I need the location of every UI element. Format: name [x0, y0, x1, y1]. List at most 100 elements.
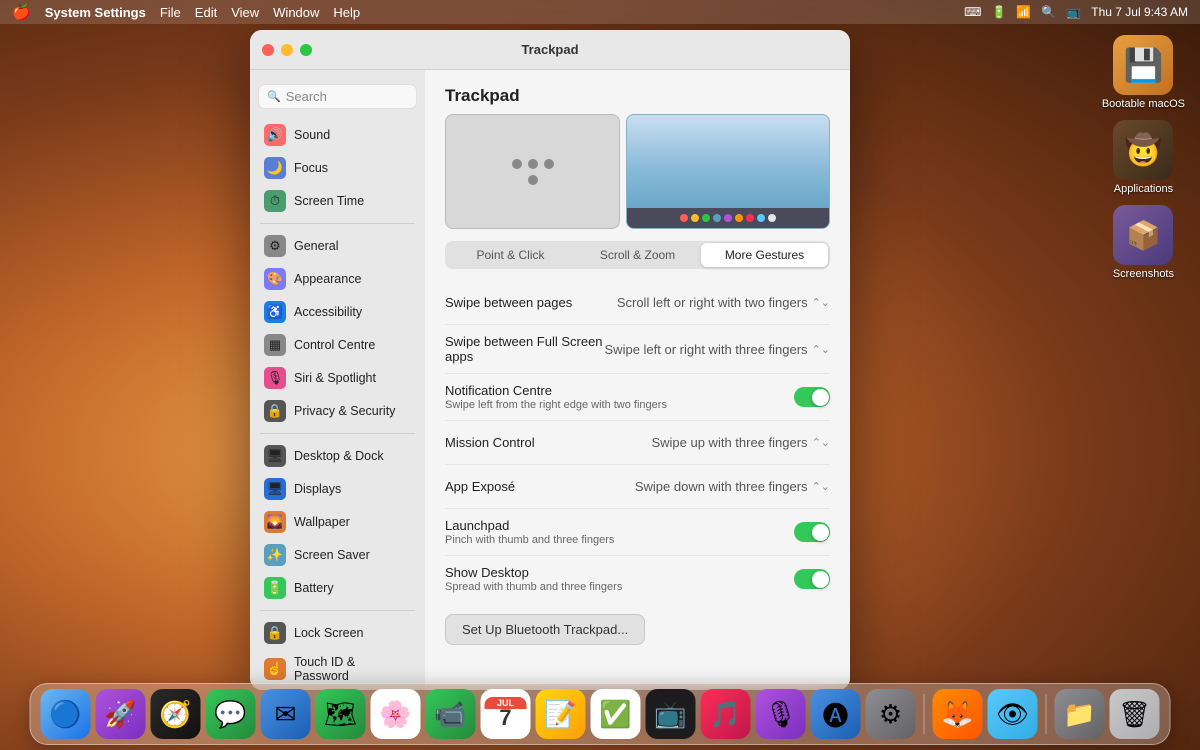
desktop-icons: 💾 Bootable macOS 🤠 Applications 📦 Screen… — [1102, 35, 1185, 280]
mission-control-label: Mission Control — [445, 435, 651, 450]
sidebar-label-focus: Focus — [294, 161, 328, 175]
color-green — [702, 214, 710, 222]
menubar: 🍎 System Settings File Edit View Window … — [0, 0, 1200, 24]
maximize-button[interactable] — [300, 44, 312, 56]
apple-menu-icon[interactable]: 🍎 — [12, 3, 31, 21]
sidebar-item-desktop-dock[interactable]: 🖥 Desktop & Dock — [254, 440, 421, 472]
show-desktop-toggle[interactable] — [794, 569, 830, 589]
menubar-app-name[interactable]: System Settings — [45, 5, 146, 20]
dock-icon-settings[interactable]: ⚙ — [866, 689, 916, 739]
dock-icon-photos[interactable]: 🌸 — [371, 689, 421, 739]
tab-point-click[interactable]: Point & Click — [447, 243, 574, 267]
trackpad-preview-left — [445, 114, 620, 229]
sound-icon: 🔊 — [264, 124, 286, 146]
sidebar-separator-2 — [260, 433, 415, 434]
tab-scroll-zoom[interactable]: Scroll & Zoom — [574, 243, 701, 267]
menubar-help[interactable]: Help — [333, 5, 360, 20]
mission-control-value[interactable]: Swipe up with three fingers ⌃⌄ — [651, 435, 830, 450]
trackpad-dots — [512, 159, 554, 185]
menubar-right: ⌨ 🔋 📶 🔍 📺 Thu 7 Jul 9:43 AM — [964, 5, 1188, 19]
minimize-button[interactable] — [281, 44, 293, 56]
sidebar-item-battery[interactable]: 🔋 Battery — [254, 572, 421, 604]
bluetooth-trackpad-button[interactable]: Set Up Bluetooth Trackpad... — [445, 614, 645, 645]
menubar-window[interactable]: Window — [273, 5, 319, 20]
launchpad-label: Launchpad — [445, 518, 794, 533]
dock-icon-appstore[interactable]: 🅐 — [811, 689, 861, 739]
sidebar-item-lock-screen[interactable]: 🔒 Lock Screen — [254, 617, 421, 649]
sidebar-item-screen-saver[interactable]: ✨ Screen Saver — [254, 539, 421, 571]
color-white — [768, 214, 776, 222]
setting-row-launchpad: Launchpad Pinch with thumb and three fin… — [445, 509, 830, 556]
dock-icon-reminders[interactable]: ✅ — [591, 689, 641, 739]
dock-icon-maps[interactable]: 🗺 — [316, 689, 366, 739]
desktop-icon-applications[interactable]: 🤠 Applications — [1113, 120, 1173, 195]
dock-icon-finder[interactable]: 🔵 — [41, 689, 91, 739]
swipe-pages-value[interactable]: Scroll left or right with two fingers ⌃⌄ — [617, 295, 830, 310]
sidebar-item-screen-time[interactable]: ⏱ Screen Time — [254, 185, 421, 217]
sidebar-item-wallpaper[interactable]: 🌄 Wallpaper — [254, 506, 421, 538]
dock-icon-appletv[interactable]: 📺 — [646, 689, 696, 739]
window-title: Trackpad — [521, 42, 578, 57]
screen-time-icon: ⏱ — [264, 190, 286, 212]
menubar-file[interactable]: File — [160, 5, 181, 20]
swipe-full-screen-value[interactable]: Swipe left or right with three fingers ⌃… — [605, 342, 830, 357]
show-desktop-left: Show Desktop Spread with thumb and three… — [445, 565, 794, 593]
sidebar-label-siri-spotlight: Siri & Spotlight — [294, 371, 376, 385]
dock-icon-firefox[interactable]: 🦊 — [933, 689, 983, 739]
setting-row-mission-control: Mission Control Swipe up with three fing… — [445, 421, 830, 465]
dock-icon-notes[interactable]: 📝 — [536, 689, 586, 739]
dock-icon-preview[interactable]: 👁 — [988, 689, 1038, 739]
app-expose-left: App Exposé — [445, 479, 635, 494]
search-menubar-icon[interactable]: 🔍 — [1041, 5, 1056, 19]
dock-icon-music[interactable]: 🎵 — [701, 689, 751, 739]
show-desktop-label: Show Desktop — [445, 565, 794, 580]
dock-separator-2 — [1046, 694, 1047, 734]
launchpad-toggle[interactable] — [794, 522, 830, 542]
swipe-pages-value-text: Scroll left or right with two fingers — [617, 295, 808, 310]
sidebar-item-displays[interactable]: 🖥 Displays — [254, 473, 421, 505]
close-button[interactable] — [262, 44, 274, 56]
dock-icon-calendar[interactable]: JUL 7 — [481, 689, 531, 739]
privacy-icon: 🔒 — [264, 400, 286, 422]
menubar-time: Thu 7 Jul 9:43 AM — [1091, 5, 1188, 19]
main-content: Trackpad — [425, 70, 850, 690]
notification-centre-sublabel: Swipe left from the right edge with two … — [445, 399, 794, 411]
desktop-icon-bootable[interactable]: 💾 Bootable macOS — [1102, 35, 1185, 110]
dock-icon-compass[interactable]: 🧭 — [151, 689, 201, 739]
swipe-pages-chevron: ⌃⌄ — [812, 296, 830, 309]
dock-icon-facetime[interactable]: 📹 — [426, 689, 476, 739]
menubar-edit[interactable]: Edit — [195, 5, 217, 20]
app-expose-value[interactable]: Swipe down with three fingers ⌃⌄ — [635, 479, 830, 494]
search-placeholder[interactable]: Search — [286, 89, 408, 104]
lock-screen-icon: 🔒 — [264, 622, 286, 644]
sidebar-item-appearance[interactable]: 🎨 Appearance — [254, 263, 421, 295]
dock-icon-podcasts[interactable]: 🎙 — [756, 689, 806, 739]
sidebar-item-control-centre[interactable]: ▦ Control Centre — [254, 329, 421, 361]
touch-id-icon: ☝ — [264, 658, 286, 680]
sidebar-item-sound[interactable]: 🔊 Sound — [254, 119, 421, 151]
dot-4 — [528, 175, 538, 185]
sidebar-label-general: General — [294, 239, 338, 253]
notification-centre-toggle[interactable] — [794, 387, 830, 407]
mission-control-value-text: Swipe up with three fingers — [651, 435, 807, 450]
sidebar-item-general[interactable]: ⚙ General — [254, 230, 421, 262]
dot-3 — [544, 159, 554, 169]
sidebar-item-siri-spotlight[interactable]: 🎙 Siri & Spotlight — [254, 362, 421, 394]
sidebar-separator-1 — [260, 223, 415, 224]
dock-icon-trash[interactable]: 🗑 — [1110, 689, 1160, 739]
menubar-view[interactable]: View — [231, 5, 259, 20]
desktop-icon-screenshots[interactable]: 📦 Screenshots — [1113, 205, 1174, 280]
dot-empty-1 — [512, 175, 522, 185]
sidebar-item-accessibility[interactable]: ♿ Accessibility — [254, 296, 421, 328]
dock-icon-files[interactable]: 📁 — [1055, 689, 1105, 739]
dock-icon-messages[interactable]: 💬 — [206, 689, 256, 739]
dock-icon-launchpad[interactable]: 🚀 — [96, 689, 146, 739]
search-box[interactable]: 🔍 Search — [258, 84, 417, 109]
sidebar-label-appearance: Appearance — [294, 272, 361, 286]
desktop-icon-applications-label: Applications — [1114, 183, 1173, 195]
tab-more-gestures[interactable]: More Gestures — [701, 243, 828, 267]
sidebar-item-privacy-security[interactable]: 🔒 Privacy & Security — [254, 395, 421, 427]
color-pink — [746, 214, 754, 222]
sidebar-item-focus[interactable]: 🌙 Focus — [254, 152, 421, 184]
dock-icon-mail[interactable]: ✉ — [261, 689, 311, 739]
